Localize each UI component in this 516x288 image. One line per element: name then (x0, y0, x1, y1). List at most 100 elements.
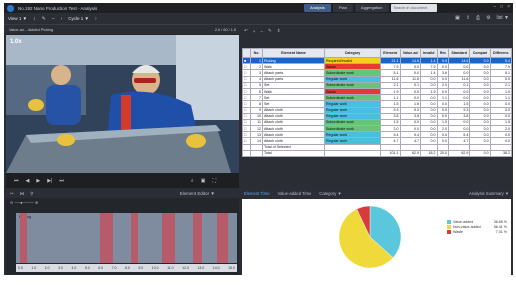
total-value: 20.0 (436, 149, 449, 158)
legend-label: Waste (453, 229, 464, 234)
col-comparison[interactable]: Compari (469, 48, 491, 58)
minimize-icon[interactable]: – (493, 4, 496, 10)
category-select[interactable]: Category ▼ (319, 191, 341, 196)
row-number (250, 149, 263, 158)
timeline-tick-label: 15.0 (228, 266, 235, 270)
undo-icon[interactable]: ↶ (244, 28, 248, 34)
timeline-track[interactable]: Picking (16, 213, 237, 263)
minus-icon[interactable]: – (52, 16, 55, 22)
legend-swatch (447, 229, 451, 234)
total-value: 38.2 (489, 149, 513, 158)
export-icon[interactable]: ⇪ (466, 15, 470, 21)
col-rm[interactable]: Rm (436, 48, 449, 58)
timeline-tick-label: 8.0 (125, 266, 130, 270)
col-value-added[interactable]: Value-ad (399, 48, 421, 58)
merge-icon[interactable]: ⋈ (20, 191, 25, 197)
filter-icon[interactable]: ⚲ (30, 191, 33, 197)
waste-segment[interactable] (20, 213, 28, 263)
fullscreen-icon[interactable]: ⛶ (212, 178, 216, 184)
pen-icon[interactable]: ✎ (42, 16, 46, 22)
timeline-tick-label: 2.0 (44, 266, 50, 270)
screenshot-icon[interactable]: ▣ (201, 178, 206, 184)
col-standard[interactable]: Standard (448, 48, 471, 58)
pie-chart-area: Value-added 36.68 % Non-value-added 56.41 %… (242, 199, 511, 275)
col-no[interactable]: No. (250, 48, 263, 58)
timeline-tick-label: 9.0 (138, 266, 144, 270)
col-category[interactable]: Category (324, 48, 381, 58)
save-icon[interactable]: ▣ (455, 15, 460, 21)
table-toolbar: ↶ + – ✎ ⇕ (240, 26, 513, 36)
total-value: 18.2 (419, 149, 438, 158)
video-controls: ⏮ ◀ ▶ ▶| ⏭ ⌕ ▣ ⛶ (6, 173, 239, 188)
waste-segment[interactable] (99, 213, 114, 263)
tab-value-added-time[interactable]: Value-added Time (278, 191, 312, 196)
video-header-left: Value-an…/Added Picking (9, 28, 54, 32)
legend-percent: 36.68 % (493, 219, 507, 224)
timeline-tick-label: 1.0 (31, 266, 37, 270)
timeline-pane: ✂ ⋈ ⚲ Element Editor ▼ ⊖ ──●──── ⊕ Picki… (6, 189, 239, 275)
pie-chart (338, 205, 402, 269)
waste-segment[interactable] (192, 213, 202, 263)
tab-plan[interactable]: Plan (332, 4, 353, 12)
col-check[interactable] (242, 48, 251, 58)
arrow-icon[interactable]: ↕ (33, 16, 36, 22)
main-tabs: Analysis Plan Aggregation Search in docu… (304, 4, 437, 12)
timeline-tick-label: 3.0 (58, 266, 63, 270)
add-icon[interactable]: + (253, 29, 256, 34)
cut-icon[interactable]: ✂ (10, 191, 14, 197)
legend-label: Non-value-added (453, 224, 481, 229)
move-icon[interactable]: ⇕ (277, 28, 281, 34)
tab-element-time[interactable]: Element Time (244, 191, 270, 196)
go-start-icon[interactable]: ⏮ (14, 178, 19, 184)
tab-aggregation[interactable]: Aggregation (354, 4, 389, 12)
video-frame[interactable]: 1.0x (6, 35, 239, 173)
step-back-icon[interactable]: ◀ (26, 178, 30, 184)
view-select[interactable]: View 1 ▼ (8, 16, 27, 21)
total-label: Total (262, 149, 325, 158)
close-icon[interactable]: × (507, 4, 510, 10)
waste-segment[interactable] (161, 213, 176, 263)
app-window: No.192 Nano Production Test - Analysis A… (4, 3, 513, 275)
go-end-icon[interactable]: ⏭ (59, 178, 64, 184)
col-element-name[interactable]: Element Name (262, 48, 325, 58)
print-icon[interactable]: ⎙ (476, 15, 480, 21)
analysis-summary-select[interactable]: Analysis Summary ▼ (469, 191, 509, 196)
timeline-toolbar: ✂ ⋈ ⚲ Element Editor ▼ (6, 189, 239, 198)
row-checkbox (242, 149, 251, 158)
timeline-tick-label: 5.0 (84, 266, 90, 270)
step-forward-icon[interactable]: ▶| (47, 178, 52, 184)
cycle-select[interactable]: Cycle 1 ▼ (68, 16, 89, 21)
next-icon[interactable]: › (95, 16, 97, 22)
element-editor-select[interactable]: Element Editor ▼ (180, 191, 215, 196)
element-table: No. Element Name Category Element Value-… (242, 48, 513, 158)
play-icon[interactable]: ▶ (36, 178, 40, 184)
waste-segment[interactable] (217, 213, 229, 263)
element-table-pane: ↶ + – ✎ ⇕ No. Element Name Category Elem… (240, 26, 513, 188)
waste-segment[interactable] (130, 213, 138, 263)
col-invalid[interactable]: Invalid (419, 48, 438, 58)
maximize-icon[interactable]: □ (500, 4, 503, 10)
timeline-tick-label: 0.0 (18, 266, 23, 270)
total-value: 101.1 (380, 149, 401, 158)
legend-percent: 56.41 % (493, 224, 507, 229)
right-toolbar: ▣ ⇪ ⎙ ⚙ list ▼ (455, 15, 509, 21)
app-logo-icon (7, 4, 14, 12)
timeline-tick-label: 14.0 (212, 266, 220, 270)
zoom-icon[interactable]: ⌕ (191, 178, 194, 184)
search-input[interactable]: Search in document (390, 4, 437, 12)
legend-label: Value-added (453, 219, 474, 224)
delete-icon[interactable]: – (260, 29, 263, 34)
col-element[interactable]: Element (380, 48, 401, 58)
window-controls: – □ × (493, 4, 510, 10)
edit-icon[interactable]: ✎ (268, 28, 272, 34)
legend-swatch (447, 224, 451, 229)
settings-icon[interactable]: ⚙ (486, 15, 490, 21)
title-bar: No.192 Nano Production Test - Analysis A… (4, 3, 513, 13)
list-select[interactable]: list ▼ (497, 15, 509, 21)
timeline-tick-label: 13.0 (197, 266, 205, 270)
prev-icon[interactable]: ‹ (61, 16, 63, 22)
col-difference[interactable]: Differenc (489, 48, 513, 58)
total-row: Total 101.1 62.9 18.2 20.0 62.9 0.0 38.2 (242, 149, 513, 158)
tab-analysis[interactable]: Analysis (304, 4, 331, 12)
zoom-slider[interactable]: ⊖ ──●──── ⊕ (10, 200, 38, 205)
